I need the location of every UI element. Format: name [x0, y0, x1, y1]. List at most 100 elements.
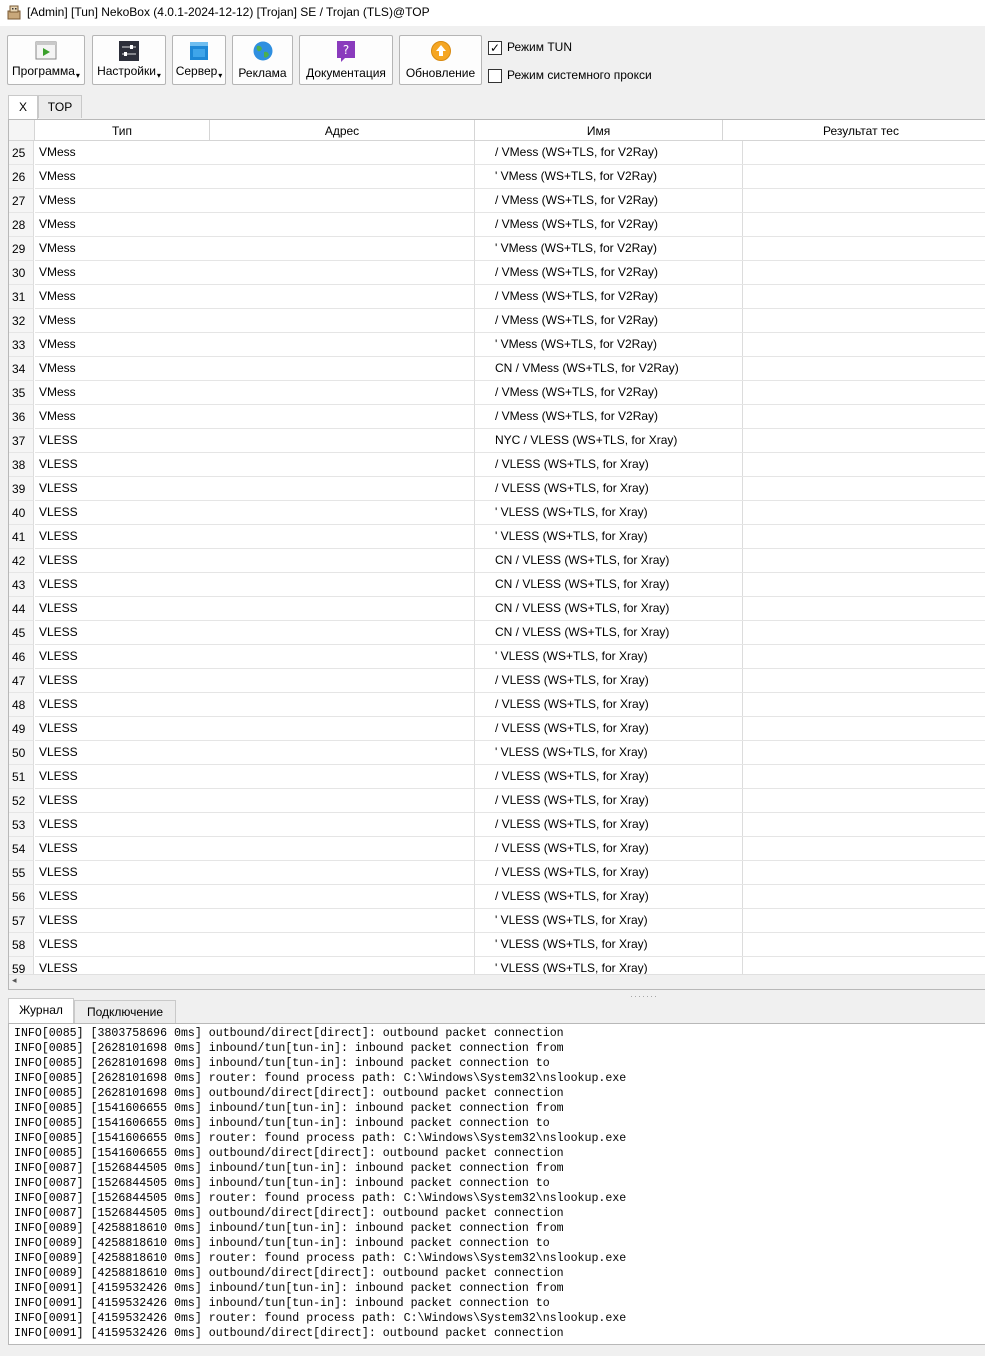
- tun-mode-checkbox[interactable]: ✓ Режим TUN: [488, 40, 688, 56]
- log-line: INFO[0085] [2628101698 0ms] router: foun…: [14, 1072, 627, 1085]
- row-test-result: [723, 861, 985, 885]
- row-type: VLESS: [35, 837, 214, 861]
- row-number: 51: [9, 765, 34, 789]
- row-name: / VMess (WS+TLS, for V2Ray): [475, 309, 743, 333]
- update-button[interactable]: Обновление: [399, 35, 482, 85]
- row-number: 56: [9, 885, 34, 909]
- settings-menu-button[interactable]: Настройки▾: [92, 35, 166, 85]
- table-row[interactable]: 52 VLESS / VLESS (WS+TLS, for Xray): [9, 789, 985, 813]
- table-row[interactable]: 56 VLESS / VLESS (WS+TLS, for Xray): [9, 885, 985, 909]
- table-row[interactable]: 33 VMess ' VMess (WS+TLS, for V2Ray): [9, 333, 985, 357]
- table-row[interactable]: 25 VMess / VMess (WS+TLS, for V2Ray): [9, 141, 985, 165]
- row-name-text: / VLESS (WS+TLS, for Xray): [495, 793, 649, 807]
- row-test-result: [723, 429, 985, 453]
- row-name: ' VMess (WS+TLS, for V2Ray): [475, 165, 743, 189]
- table-row[interactable]: 34 VMess CN / VMess (WS+TLS, for V2Ray): [9, 357, 985, 381]
- table-row[interactable]: 27 VMess / VMess (WS+TLS, for V2Ray): [9, 189, 985, 213]
- row-test-result: [723, 213, 985, 237]
- log-panel[interactable]: INFO[0085] [3803758696 0ms] outbound/dir…: [8, 1023, 985, 1345]
- row-name-text: / VLESS (WS+TLS, for Xray): [495, 841, 649, 855]
- column-name[interactable]: Имя: [475, 120, 723, 140]
- table-row[interactable]: 35 VMess / VMess (WS+TLS, for V2Ray): [9, 381, 985, 405]
- table-row[interactable]: 43 VLESS CN / VLESS (WS+TLS, for Xray): [9, 573, 985, 597]
- scroll-left-icon[interactable]: ◂: [12, 975, 17, 986]
- program-menu-button[interactable]: Программа▾: [7, 35, 85, 85]
- table-row[interactable]: 50 VLESS ' VLESS (WS+TLS, for Xray): [9, 741, 985, 765]
- table-row[interactable]: 53 VLESS / VLESS (WS+TLS, for Xray): [9, 813, 985, 837]
- row-test-result: [723, 501, 985, 525]
- row-number: 39: [9, 477, 34, 501]
- table-row[interactable]: 28 VMess / VMess (WS+TLS, for V2Ray): [9, 213, 985, 237]
- row-name: / VMess (WS+TLS, for V2Ray): [475, 261, 743, 285]
- table-row[interactable]: 44 VLESS CN / VLESS (WS+TLS, for Xray): [9, 597, 985, 621]
- row-number: 27: [9, 189, 34, 213]
- log-line: INFO[0085] [1541606655 0ms] router: foun…: [14, 1132, 627, 1145]
- table-row[interactable]: 38 VLESS / VLESS (WS+TLS, for Xray): [9, 453, 985, 477]
- column-address[interactable]: Адрес: [210, 120, 475, 140]
- table-row[interactable]: 57 VLESS ' VLESS (WS+TLS, for Xray): [9, 909, 985, 933]
- tab-group-top[interactable]: TOP: [38, 95, 82, 118]
- table-row[interactable]: 40 VLESS ' VLESS (WS+TLS, for Xray): [9, 501, 985, 525]
- row-type: VMess: [35, 237, 214, 261]
- row-type: VMess: [35, 357, 214, 381]
- row-number: 25: [9, 141, 34, 165]
- log-line: INFO[0085] [1541606655 0ms] inbound/tun[…: [14, 1102, 564, 1115]
- table-row[interactable]: 46 VLESS ' VLESS (WS+TLS, for Xray): [9, 645, 985, 669]
- tab-log[interactable]: Журнал: [8, 998, 74, 1023]
- row-type: VLESS: [35, 693, 214, 717]
- row-type: VLESS: [35, 501, 214, 525]
- documentation-label: Документация: [306, 66, 386, 80]
- row-number: 29: [9, 237, 34, 261]
- column-test-result[interactable]: Результат тес: [723, 120, 985, 140]
- table-row[interactable]: 54 VLESS / VLESS (WS+TLS, for Xray): [9, 837, 985, 861]
- row-number: 33: [9, 333, 34, 357]
- table-row[interactable]: 39 VLESS / VLESS (WS+TLS, for Xray): [9, 477, 985, 501]
- table-row[interactable]: 55 VLESS / VLESS (WS+TLS, for Xray): [9, 861, 985, 885]
- documentation-button[interactable]: ? Документация: [299, 35, 393, 85]
- table-row[interactable]: 30 VMess / VMess (WS+TLS, for V2Ray): [9, 261, 985, 285]
- row-name: / VMess (WS+TLS, for V2Ray): [475, 381, 743, 405]
- table-row[interactable]: 37 VLESS NYC / VLESS (WS+TLS, for Xray): [9, 429, 985, 453]
- table-row[interactable]: 41 VLESS ' VLESS (WS+TLS, for Xray): [9, 525, 985, 549]
- table-row[interactable]: 45 VLESS CN / VLESS (WS+TLS, for Xray): [9, 621, 985, 645]
- row-name-text: / VLESS (WS+TLS, for Xray): [495, 721, 649, 735]
- table-row[interactable]: 58 VLESS ' VLESS (WS+TLS, for Xray): [9, 933, 985, 957]
- row-type: VMess: [35, 261, 214, 285]
- row-number: 48: [9, 693, 34, 717]
- system-proxy-checkbox[interactable]: Режим системного прокси: [488, 68, 688, 84]
- row-number: 58: [9, 933, 34, 957]
- globe-icon: [253, 41, 272, 61]
- row-type: VLESS: [35, 789, 214, 813]
- table-row[interactable]: 49 VLESS / VLESS (WS+TLS, for Xray): [9, 717, 985, 741]
- log-line: INFO[0087] [1526844505 0ms] router: foun…: [14, 1192, 627, 1205]
- table-row[interactable]: 32 VMess / VMess (WS+TLS, for V2Ray): [9, 309, 985, 333]
- row-name: ' VMess (WS+TLS, for V2Ray): [475, 333, 743, 357]
- row-test-result: [723, 285, 985, 309]
- row-name-text: NYC / VLESS (WS+TLS, for Xray): [495, 433, 678, 447]
- row-test-result: [723, 717, 985, 741]
- row-test-result: [723, 813, 985, 837]
- ads-button[interactable]: Реклама: [232, 35, 293, 85]
- row-name: / VMess (WS+TLS, for V2Ray): [475, 405, 743, 429]
- tab-connections[interactable]: Подключение: [74, 1000, 176, 1023]
- row-address: [210, 141, 475, 165]
- table-row[interactable]: 42 VLESS CN / VLESS (WS+TLS, for Xray): [9, 549, 985, 573]
- table-row[interactable]: 31 VMess / VMess (WS+TLS, for V2Ray): [9, 285, 985, 309]
- row-name: ' VMess (WS+TLS, for V2Ray): [475, 237, 743, 261]
- table-row[interactable]: 29 VMess ' VMess (WS+TLS, for V2Ray): [9, 237, 985, 261]
- table-row[interactable]: 36 VMess / VMess (WS+TLS, for V2Ray): [9, 405, 985, 429]
- table-row[interactable]: 48 VLESS / VLESS (WS+TLS, for Xray): [9, 693, 985, 717]
- table-row[interactable]: 47 VLESS / VLESS (WS+TLS, for Xray): [9, 669, 985, 693]
- horizontal-scrollbar[interactable]: ◂: [9, 974, 985, 989]
- row-name-text: / VMess (WS+TLS, for V2Ray): [495, 313, 659, 327]
- table-row[interactable]: 51 VLESS / VLESS (WS+TLS, for Xray): [9, 765, 985, 789]
- table-row[interactable]: 26 VMess ' VMess (WS+TLS, for V2Ray): [9, 165, 985, 189]
- server-menu-button[interactable]: Сервер▾: [172, 35, 226, 85]
- row-number: 36: [9, 405, 34, 429]
- column-type[interactable]: Тип: [35, 120, 210, 140]
- row-number: 42: [9, 549, 34, 573]
- row-address: [210, 861, 475, 885]
- row-test-result: [723, 645, 985, 669]
- tab-group-x[interactable]: X: [8, 95, 38, 120]
- bottom-tabs: Журнал Подключение: [0, 998, 985, 1024]
